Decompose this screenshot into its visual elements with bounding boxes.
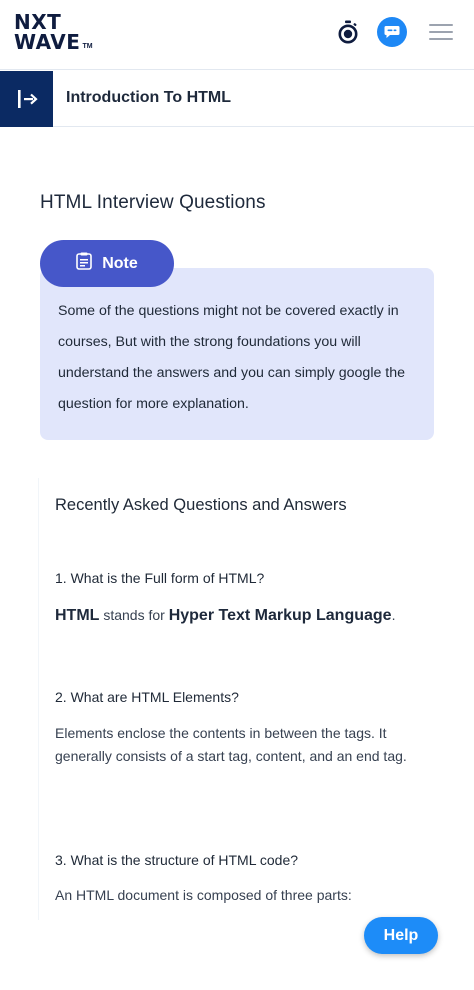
question-2: 2. What are HTML Elements? (55, 689, 239, 705)
stopwatch-icon[interactable] (332, 16, 364, 48)
qa-card: Recently Asked Questions and Answers 1. … (38, 478, 438, 920)
question-1: 1. What is the Full form of HTML? (55, 570, 265, 586)
logo-line-1: NXT (14, 10, 62, 34)
answer-1-expansion: Hyper Text Markup Language (168, 607, 392, 624)
note-box: Some of the questions might not be cover… (40, 268, 434, 440)
top-header: NXT WAVE TM (0, 0, 474, 70)
answer-3: An HTML document is composed of three pa… (55, 887, 352, 903)
answer-1-connector: stands for (99, 607, 169, 623)
nxtwave-logo[interactable]: NXT WAVE TM (14, 12, 93, 52)
qa-section-title: Recently Asked Questions and Answers (55, 496, 347, 514)
logo-line-2: WAVE (14, 30, 81, 54)
answer-2: Elements enclose the contents in between… (55, 725, 407, 764)
answer-1-term: HTML (55, 607, 100, 624)
answer-1: HTML stands for Hyper Text Markup Langua… (55, 604, 425, 627)
answer-1-period: . (391, 607, 396, 623)
help-button[interactable]: Help (364, 917, 438, 954)
course-bar: Introduction To HTML (0, 71, 474, 127)
chat-circle (377, 17, 407, 47)
hamburger-menu-icon[interactable] (425, 16, 457, 48)
sidebar-toggle-icon[interactable] (0, 71, 53, 127)
question-3: 3. What is the structure of HTML code? (55, 852, 299, 868)
logo-line-2-wrap: WAVE TM (14, 32, 93, 52)
page-title: HTML Interview Questions (40, 192, 266, 213)
note-badge: Note (40, 240, 174, 287)
note-text: Some of the questions might not be cover… (58, 303, 406, 412)
chat-bubble-icon[interactable] (376, 16, 408, 48)
logo-trademark: TM (82, 43, 93, 50)
notepad-icon (76, 252, 93, 275)
course-title: Introduction To HTML (66, 89, 231, 106)
note-label: Note (102, 254, 138, 272)
